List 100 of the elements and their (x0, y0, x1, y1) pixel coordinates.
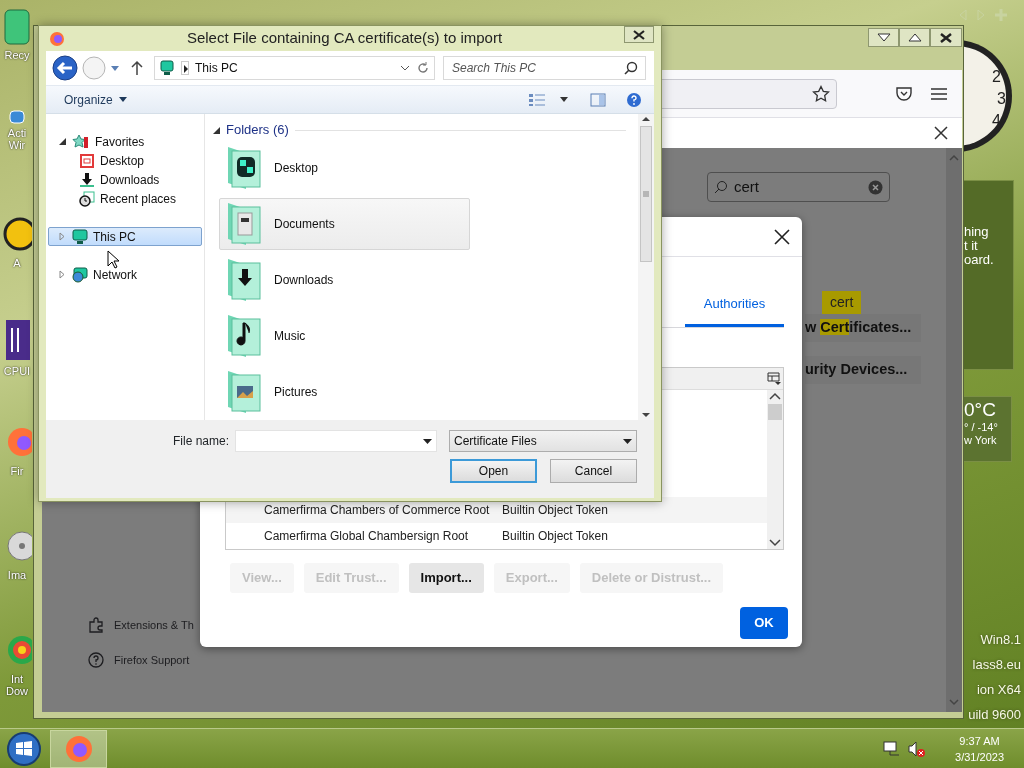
clock-date[interactable]: 3/31/2023 (955, 748, 1004, 765)
clock-time[interactable]: 9:37 AM (959, 732, 1000, 749)
help-icon[interactable] (626, 91, 642, 108)
group-header[interactable]: Folders (6) (226, 120, 289, 140)
folder-item[interactable]: Pictures (219, 366, 470, 418)
close-button[interactable] (624, 26, 654, 43)
dialog-button[interactable]: Cancel (550, 459, 637, 483)
sidebar-item[interactable]: Firefox Support (88, 651, 707, 668)
search-field[interactable]: cert (707, 172, 890, 202)
network-icon (72, 266, 88, 283)
table-cell-text: Builtin Object Token (502, 502, 608, 519)
sidebar-item[interactable]: Extensions & Th (88, 617, 707, 634)
caret-icon (118, 97, 127, 102)
folder-item[interactable]: Music (219, 310, 470, 362)
settings-button[interactable]: w Certificates... (805, 314, 921, 342)
table-cell-text: Camerfirma Chambers of Commerce Root (264, 502, 491, 519)
folder-item[interactable]: Documents (219, 198, 470, 250)
downloads-icon (79, 171, 95, 188)
clear-icon[interactable] (868, 179, 883, 195)
folder-item[interactable]: Downloads (219, 254, 470, 306)
caret-down-icon (876, 33, 891, 42)
organize-button[interactable]: Organize (58, 88, 133, 111)
up-arrow-icon[interactable] (130, 60, 144, 76)
view-options-icon[interactable] (528, 92, 546, 107)
star-icon[interactable] (812, 84, 830, 103)
volume-muted-icon[interactable] (907, 739, 926, 758)
nav-item[interactable]: This PC (48, 227, 202, 246)
caret-icon[interactable] (560, 97, 568, 102)
refresh-icon[interactable] (416, 61, 430, 75)
caret-up-icon (907, 33, 922, 42)
table-cell-text: Builtin Object Token (502, 528, 608, 545)
wallpaper-text: uild 9600 (968, 707, 1021, 723)
sidebar-label[interactable]: Firefox Support (114, 651, 190, 668)
browser-logo-icon (49, 30, 65, 47)
city-text: w York (964, 434, 998, 447)
nav-item[interactable]: Recent places (48, 189, 202, 208)
settings-button[interactable]: urity Devices... (805, 356, 921, 384)
network-icon[interactable] (883, 739, 902, 758)
close-button[interactable] (930, 28, 962, 47)
nav-item[interactable]: Desktop (48, 151, 202, 170)
help-icon (88, 651, 104, 668)
chevron-icon[interactable] (400, 64, 410, 72)
tooltip: cert (822, 291, 862, 314)
field-label: File name: (172, 433, 229, 450)
cursor-icon (107, 250, 119, 269)
search-icon[interactable] (624, 61, 638, 75)
browser-logo-icon (63, 733, 94, 764)
tab[interactable]: Authorities (685, 283, 784, 327)
scroll-up-icon[interactable] (769, 392, 781, 400)
search-field[interactable]: Search This PC (443, 56, 646, 80)
nav-item[interactable]: Network (48, 265, 202, 284)
temperature-text: 0°C (964, 398, 997, 421)
folder-item[interactable]: Desktop (219, 142, 470, 194)
dialog-button[interactable]: Open (450, 459, 537, 483)
recent-icon (79, 190, 95, 207)
nav-item[interactable]: Favorites (48, 132, 202, 151)
action-button[interactable]: Import... (408, 563, 484, 593)
column-picker-icon[interactable] (767, 371, 781, 386)
menu-icon[interactable] (930, 86, 948, 101)
scroll-thumb[interactable] (768, 404, 782, 420)
desktop-shortcut-icon[interactable] (4, 318, 30, 362)
close-icon (940, 32, 952, 43)
wallpaper-text: Win8.1 (980, 632, 1021, 648)
computer-icon (159, 60, 175, 76)
file-type-dropdown[interactable]: Certificate Files (449, 430, 637, 452)
pocket-icon[interactable] (895, 84, 913, 103)
expander-icon[interactable] (59, 138, 66, 145)
address-bar[interactable]: This PC (154, 56, 435, 80)
note-text: oard. (964, 253, 995, 267)
dropdown-arrow-icon (623, 438, 632, 444)
back-button[interactable] (52, 55, 78, 81)
window-title: Select File containing CA certificate(s) to import (185, 28, 504, 49)
pc-icon (72, 228, 88, 245)
scroll-thumb[interactable] (640, 126, 652, 262)
dropdown-arrow-icon[interactable] (423, 438, 432, 444)
file-name-field[interactable] (235, 430, 437, 452)
scroll-down-icon[interactable] (641, 412, 651, 418)
nav-item[interactable]: Downloads (48, 170, 202, 189)
ok-button[interactable]: OK (740, 607, 788, 639)
maximize-button[interactable] (899, 28, 930, 47)
scroll-down-icon[interactable] (769, 539, 781, 547)
favorites-icon (72, 133, 90, 150)
close-icon[interactable] (934, 126, 948, 140)
expander-icon[interactable] (213, 126, 220, 134)
close-icon (633, 29, 645, 40)
wallpaper-text: lass8.eu (972, 657, 1021, 673)
note-text: hing (964, 225, 990, 239)
close-icon[interactable] (774, 228, 790, 245)
minimize-button[interactable] (868, 28, 899, 47)
table-cell-text: Camerfirma Global Chambersign Root (264, 528, 470, 545)
taskbar-app-button[interactable] (50, 729, 107, 768)
desktop-icon (79, 152, 95, 169)
search-icon (714, 180, 728, 194)
desktop-icon-label[interactable]: Int Dow (0, 673, 34, 697)
start-button[interactable] (6, 730, 42, 767)
temperature-range: ° / -14° (964, 421, 999, 434)
puzzle-icon (88, 617, 104, 634)
note-text: t it (964, 239, 978, 253)
sidebar-label[interactable]: Extensions & Th (114, 617, 194, 634)
wallpaper-text: ion X64 (976, 682, 1021, 698)
